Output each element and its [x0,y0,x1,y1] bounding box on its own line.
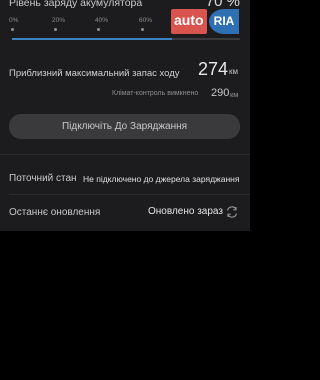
autoria-logo: auto RIA [171,9,241,34]
climate-range-unit: км [230,90,239,99]
climate-label: Клімат-контроль вимкнено [112,90,199,97]
status-label: Поточний стан [9,173,77,184]
tick-dot [141,28,144,31]
tick-label-60: 60% [139,17,153,24]
tick-label-0: 0% [9,17,19,24]
tick-dot [11,28,14,31]
tick-label-40: 40% [95,17,109,24]
connect-charging-button[interactable]: Підключіть До Заряджання [9,114,240,139]
battery-level-label: Рівень заряду акумулятора [9,0,143,9]
status-value: Не підключено до джерела заряджання [83,174,240,184]
tick-dot [97,28,100,31]
logo-ria-text: RIA [209,9,239,34]
tick-label-20: 20% [52,17,66,24]
last-update-label: Останнє оновлення [9,207,101,218]
logo-auto-text: auto [171,9,207,34]
battery-level-fill [12,38,172,40]
range-value: 274 [198,59,229,79]
divider [9,194,250,195]
battery-level-bar [12,38,240,40]
last-update-value: Оновлено зараз [148,206,223,217]
refresh-icon[interactable] [225,205,239,219]
range-label: Приблизний максимальний запас ходу [9,68,180,79]
climate-range-value: 290 [211,87,230,99]
charging-panel: Рівень заряду акумулятора 70 % 0% 20% 40… [0,0,250,231]
tick-dot [54,28,57,31]
divider [0,154,250,155]
range-unit: км [229,67,238,76]
